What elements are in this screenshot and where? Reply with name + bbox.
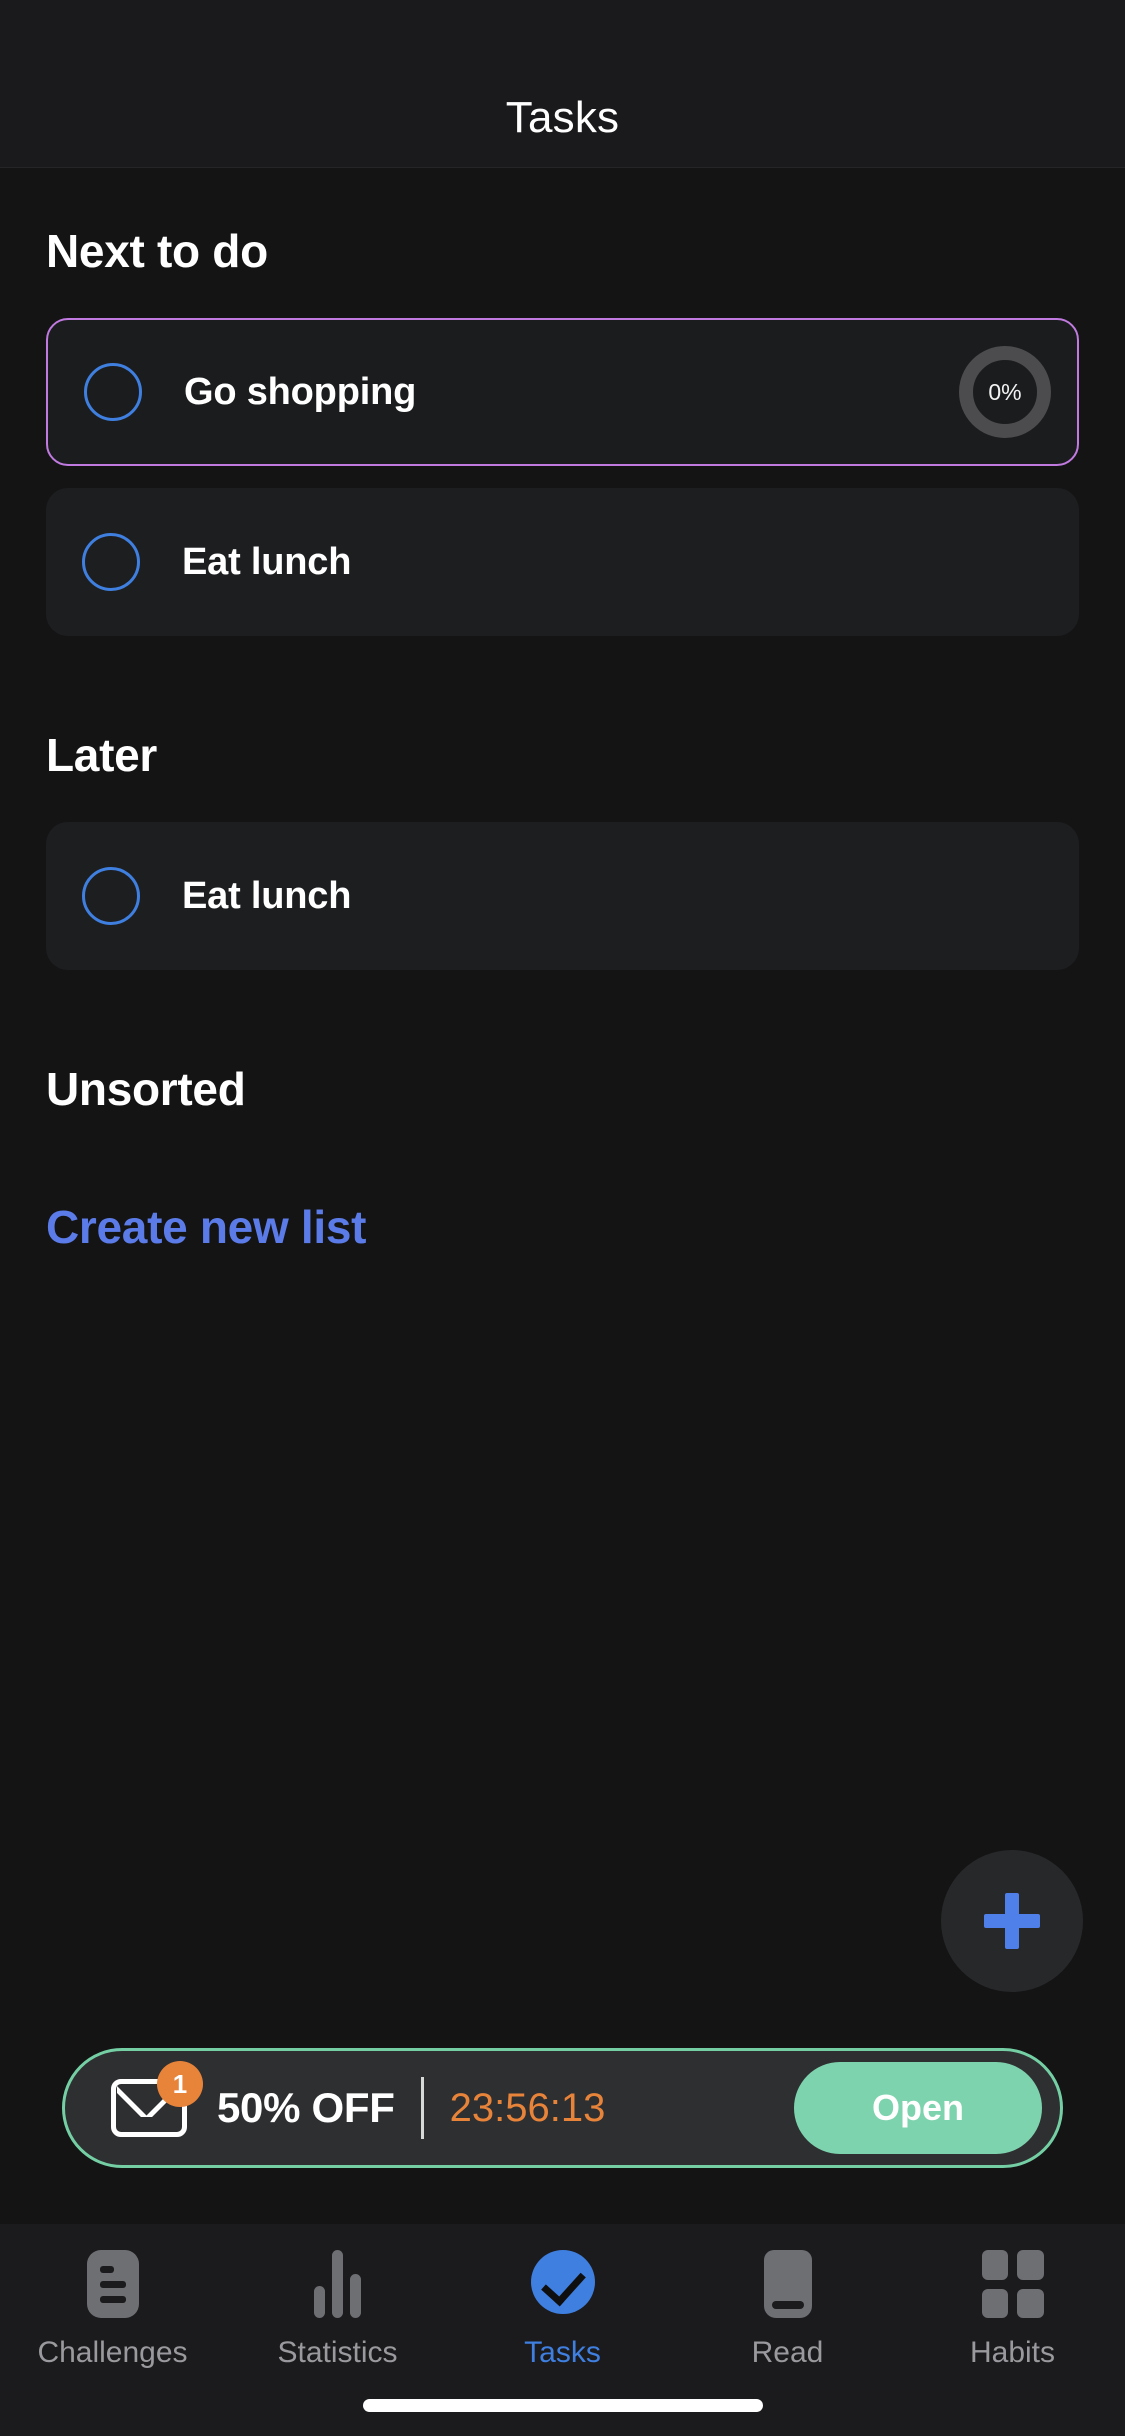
add-task-fab[interactable] [941,1850,1083,1992]
tab-read[interactable]: Read [675,2250,900,2370]
tab-label: Statistics [277,2336,398,2369]
tab-label: Tasks [524,2336,601,2369]
book-icon [756,2250,820,2318]
task-list-later: Eat lunch [46,822,1079,970]
promo-banner-wrapper: 1 50% OFF 23:56:13 Open [62,2048,1063,2168]
app-screen: Tasks Next to do Go shopping 0% Eat lunc… [0,0,1125,2436]
promo-countdown-timer: 23:56:13 [449,2085,606,2130]
page-title: Tasks [505,93,620,142]
tab-tasks[interactable]: Tasks [450,2250,675,2370]
tab-label: Challenges [37,2336,188,2369]
section-title-unsorted: Unsorted [46,1063,246,1115]
envelope-icon: 1 [111,2061,203,2137]
grid-icon [981,2250,1045,2318]
tab-habits[interactable]: Habits [900,2250,1125,2370]
tab-challenges[interactable]: Challenges [0,2250,225,2370]
promo-banner[interactable]: 1 50% OFF 23:56:13 Open [62,2048,1063,2168]
promo-open-button[interactable]: Open [794,2062,1042,2154]
challenges-icon [81,2250,145,2318]
task-checkbox[interactable] [82,867,140,925]
task-checkbox[interactable] [84,363,142,421]
tab-label: Read [751,2336,824,2369]
task-title: Eat lunch [182,540,352,583]
task-row-eat-lunch-later[interactable]: Eat lunch [46,822,1079,970]
home-indicator [362,2399,763,2412]
statistics-icon [306,2250,370,2318]
task-row-eat-lunch-next[interactable]: Eat lunch [46,488,1079,636]
task-progress-ring: 0% [959,346,1051,438]
tasks-check-icon [530,2250,595,2318]
task-row-go-shopping[interactable]: Go shopping 0% [46,318,1079,466]
section-title-next: Next to do [46,225,268,277]
plus-icon [984,1893,1040,1949]
create-new-list-button[interactable]: Create new list [46,1200,366,1254]
promo-divider [420,2077,424,2139]
task-checkbox[interactable] [82,533,140,591]
task-progress-value: 0% [988,378,1022,405]
task-title: Go shopping [184,370,417,413]
task-title: Eat lunch [182,874,352,917]
header-bar: Tasks [0,0,1125,168]
main-content: Next to do Go shopping 0% Eat lunch Late… [0,168,1125,2224]
task-list-next: Go shopping 0% Eat lunch [46,318,1079,636]
notification-badge: 1 [157,2061,203,2107]
tab-label: Habits [969,2336,1056,2369]
promo-offer-text: 50% OFF [217,2084,395,2131]
section-title-later: Later [46,729,157,781]
tab-statistics[interactable]: Statistics [225,2250,450,2370]
